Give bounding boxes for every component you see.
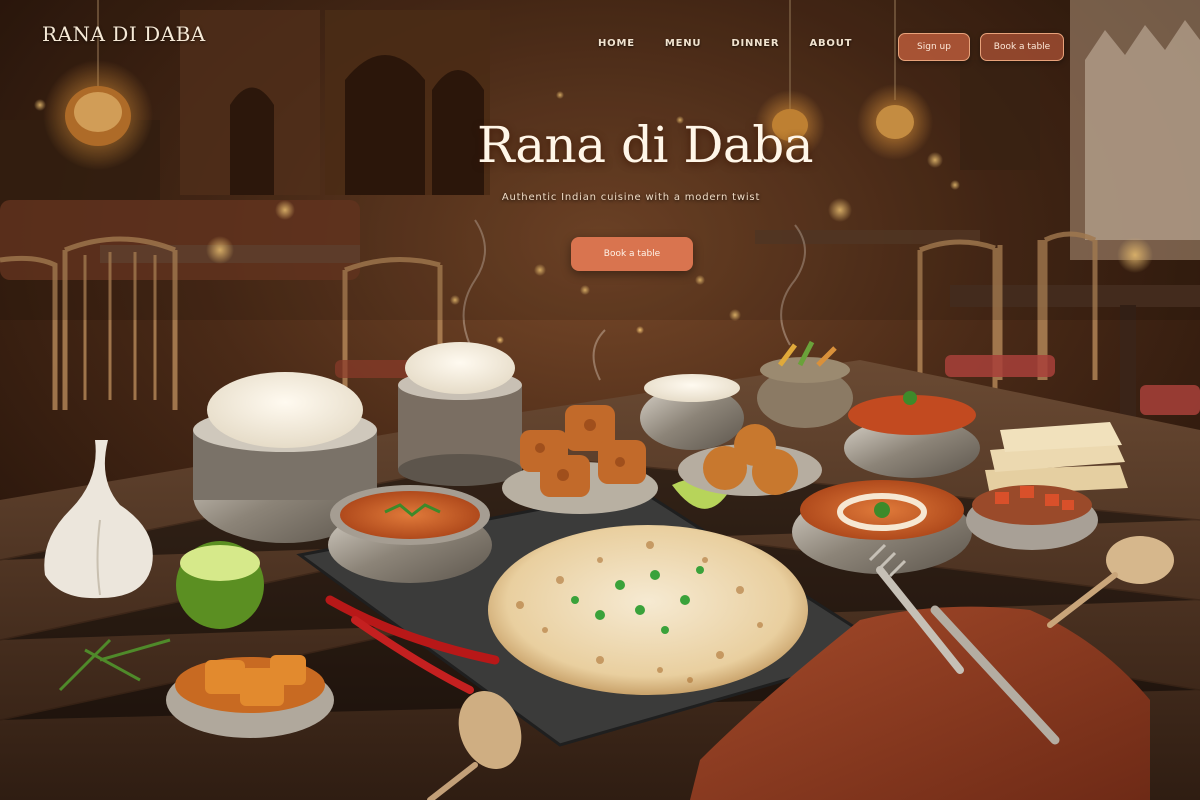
hero-title: Rana di Daba (476, 116, 814, 174)
hero-cta-button[interactable]: Book a table (571, 237, 693, 271)
hero-subtitle: Authentic Indian cuisine with a modern t… (501, 192, 761, 203)
nav-link-menu[interactable]: MENU (665, 38, 701, 49)
nav-link-about[interactable]: ABOUT (809, 38, 852, 49)
signup-button[interactable]: Sign up (898, 33, 970, 61)
nav-link-home[interactable]: HOME (598, 38, 635, 49)
nav-link-dinner[interactable]: DINNER (731, 38, 779, 49)
main-nav: HOME MENU DINNER ABOUT (598, 38, 852, 49)
brand-logo[interactable]: RANA DI DABA (42, 22, 206, 46)
header-book-button[interactable]: Book a table (980, 33, 1064, 61)
